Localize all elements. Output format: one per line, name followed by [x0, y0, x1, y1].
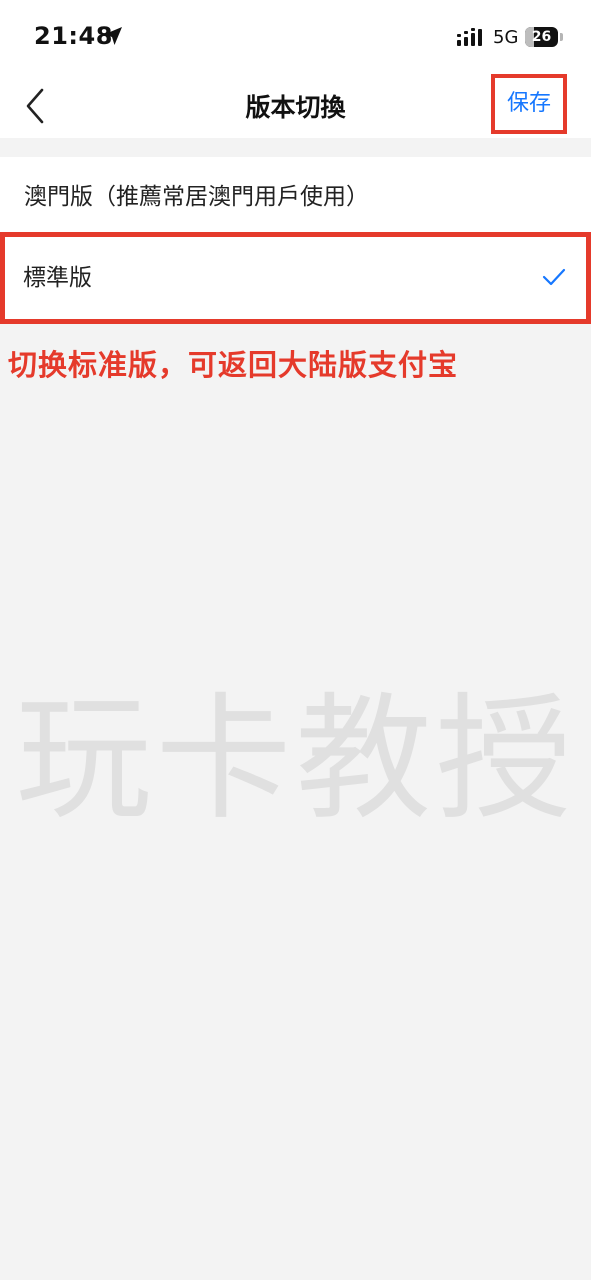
status-time: 21:48	[34, 22, 113, 50]
annotation-text: 切换标准版，可返回大陆版支付宝	[8, 348, 459, 382]
signal-icon	[457, 28, 482, 46]
status-bar: 21:48 5G 26	[0, 0, 591, 72]
option-label: 澳門版（推薦常居澳門用戶使用）	[24, 184, 369, 210]
checkmark-icon	[542, 268, 566, 286]
save-button[interactable]: 保存	[491, 74, 567, 134]
watermark: 玩卡教授	[15, 681, 576, 839]
battery-icon: 26	[525, 27, 563, 47]
option-macau-version[interactable]: 澳門版（推薦常居澳門用戶使用）	[0, 157, 591, 237]
location-arrow-icon	[104, 27, 122, 45]
network-type: 5G	[493, 27, 519, 48]
option-label: 標準版	[23, 265, 92, 291]
version-option-list: 澳門版（推薦常居澳門用戶使用） 標準版	[0, 157, 591, 324]
option-standard-version[interactable]: 標準版	[0, 232, 591, 324]
nav-bar: 版本切換 保存	[0, 72, 591, 138]
battery-percentage: 26	[531, 29, 552, 45]
